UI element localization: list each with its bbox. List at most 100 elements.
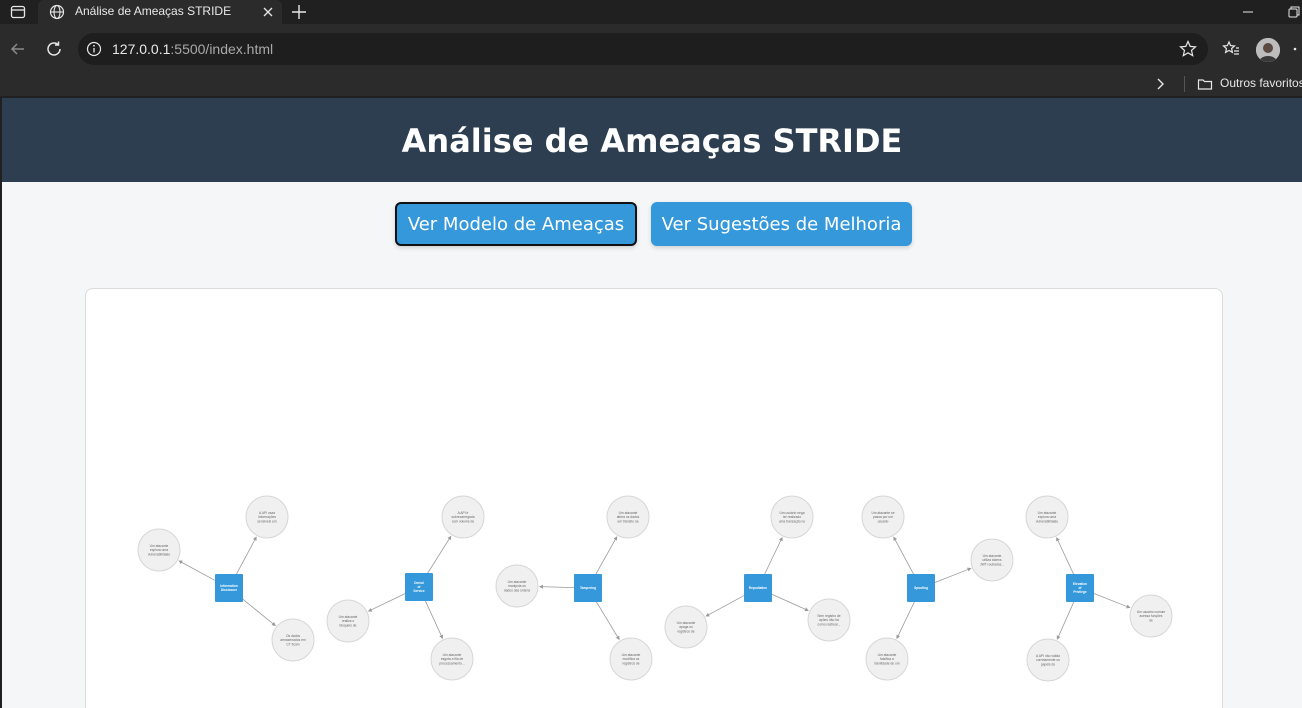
- chevron-right-icon[interactable]: [1152, 76, 1168, 92]
- leaf-label: Um atacante: [619, 511, 638, 515]
- threat-leaf-node[interactable]: A API ésobrecarregadacom volume de: [441, 495, 485, 539]
- threat-leaf-node[interactable]: A API não validacorretamente ospapéis do: [1026, 638, 1070, 682]
- leaf-label: esgota a fila de: [441, 657, 464, 661]
- new-tab-icon[interactable]: [290, 3, 308, 21]
- threat-leaf-node[interactable]: Um atacante sepassa por umusuário: [861, 495, 905, 539]
- graph-edge: [1056, 600, 1075, 640]
- stride-category-node[interactable]: DenialofService: [405, 573, 433, 601]
- leaf-label: de: [1149, 619, 1153, 623]
- view-threat-model-button[interactable]: Ver Modelo de Ameaças: [395, 202, 637, 246]
- leaf-label: uma transação no: [779, 520, 806, 524]
- threat-leaf-node[interactable]: Um atacanteapaga osregistros de: [664, 605, 708, 649]
- graph-edge: [594, 599, 620, 640]
- leaf-label: Um atacante: [508, 580, 527, 584]
- leaf-label: CT ficam: [286, 643, 299, 647]
- leaf-label: armazenados em: [280, 638, 306, 642]
- graph-edge-arrow: [538, 584, 544, 589]
- tab-title: Análise de Ameaças STRIDE: [75, 4, 232, 18]
- threat-leaf-node[interactable]: Um atacantefalsifica aidentidade de um: [865, 637, 909, 681]
- leaf-label: Um atacante: [443, 653, 462, 657]
- threat-leaf-node[interactable]: Um atacanteexplora umavulnerabilidade: [137, 528, 181, 572]
- stride-category-node[interactable]: Spoofing: [907, 574, 935, 602]
- url-path: :5500/index.html: [170, 41, 274, 57]
- threat-leaf-node[interactable]: Um atacanteutiliza tokensJWT roubados...: [970, 538, 1014, 582]
- leaf-label: A API não valida: [1036, 654, 1060, 658]
- leaf-label: bloqueio de: [339, 624, 356, 628]
- threat-leaf-node[interactable]: Um usuário comumacessa funçõesde: [1129, 594, 1173, 638]
- divider: [1184, 76, 1185, 92]
- leaf-label: altera os dados: [617, 515, 640, 519]
- leaf-label: Um usuário comum: [1137, 610, 1166, 614]
- toolbar: 127.0.0.1:5500/index.html: [0, 24, 1302, 72]
- leaf-label: apaga os: [679, 625, 693, 629]
- avatar[interactable]: [1256, 38, 1280, 62]
- leaf-label: como rastrear...: [818, 623, 841, 627]
- threat-leaf-node[interactable]: Um atacanteexplora umavulnerabilidade: [1025, 495, 1069, 539]
- leaf-label: explora uma: [1038, 515, 1056, 519]
- leaf-label: JWT roubados...: [980, 563, 1004, 567]
- more-icon[interactable]: [1292, 46, 1302, 52]
- graph-edge: [424, 599, 443, 639]
- threat-leaf-node[interactable]: Sem registro deações não hácomo rastrear…: [807, 598, 851, 642]
- threat-graph-container: Um atacante explora uma vulnerabilidade A A…: [85, 288, 1223, 708]
- tab-actions-icon[interactable]: [10, 4, 26, 20]
- leaf-label: Um atacante: [983, 554, 1002, 558]
- leaf-label: Um atacante: [1038, 511, 1057, 515]
- category-label: Repudiation: [749, 586, 767, 590]
- threat-leaf-node[interactable]: Um atacantealtera os dadosem trânsito na: [606, 495, 650, 539]
- leaf-label: Um atacante: [878, 653, 897, 657]
- stride-category-node[interactable]: InformationDisclosure: [215, 574, 243, 602]
- leaf-label: com volume de: [452, 520, 475, 524]
- leaf-label: registros de: [677, 630, 694, 634]
- category-label: Spoofing: [914, 586, 928, 590]
- leaf-label: processamento...: [439, 662, 464, 666]
- web-page: Análise de Ameaças STRIDE Ver Modelo de …: [2, 98, 1302, 708]
- address-bar[interactable]: 127.0.0.1:5500/index.html: [78, 33, 1208, 65]
- leaf-label: A API vaza: [259, 511, 275, 515]
- leaf-label: ter realizado: [783, 515, 801, 519]
- threat-leaf-node[interactable]: Os dadosarmazenados emCT ficam: [271, 618, 315, 662]
- minimize-icon[interactable]: [1240, 4, 1256, 20]
- graph-edge: [1092, 592, 1130, 608]
- leaf-label: em trânsito na: [618, 520, 639, 524]
- favorites-icon[interactable]: [1221, 39, 1241, 59]
- leaf-label: registros de: [622, 662, 639, 666]
- browser-tab[interactable]: Análise de Ameaças STRIDE: [38, 0, 282, 24]
- back-arrow-icon[interactable]: [8, 39, 28, 59]
- bookmarks-bar: Outros favoritos: [0, 72, 1302, 96]
- leaf-label: sensíveis em: [257, 520, 276, 524]
- leaf-label: explora uma: [150, 548, 168, 552]
- view-suggestions-button[interactable]: Ver Sugestões de Melhoria: [651, 202, 912, 246]
- bookmarks-folder-label[interactable]: Outros favoritos: [1220, 76, 1302, 90]
- threat-leaf-node[interactable]: Um atacantemodifica osregistros de: [609, 637, 653, 681]
- leaf-label: Um atacante: [339, 615, 358, 619]
- leaf-label: utiliza tokens: [982, 558, 1001, 562]
- restore-icon[interactable]: [1286, 4, 1302, 20]
- threat-leaf-node[interactable]: Um usuário negater realizadouma transaçã…: [770, 495, 814, 539]
- threat-graph[interactable]: Um atacanteexplora umavulnerabilidadeA A…: [86, 289, 1224, 708]
- close-icon[interactable]: [260, 4, 276, 20]
- leaf-label: corretamente os: [1036, 658, 1060, 662]
- graph-edge: [770, 593, 809, 611]
- graph-edge: [933, 568, 971, 584]
- leaf-label: falsifica a: [880, 657, 894, 661]
- threat-leaf-node[interactable]: Um atacantemanipula osdados das ordens: [495, 564, 539, 608]
- folder-icon[interactable]: [1197, 76, 1213, 92]
- graph-edge: [893, 537, 915, 576]
- graph-edge: [896, 600, 916, 639]
- leaf-label: Um usuário nega: [779, 511, 804, 515]
- graph-edge: [594, 536, 618, 576]
- threat-leaf-node[interactable]: Um atacanteesgota a fila deprocessamento…: [430, 637, 474, 681]
- leaf-label: passa por um: [873, 515, 893, 519]
- info-icon[interactable]: [86, 41, 102, 57]
- stride-category-node[interactable]: Tampering: [574, 574, 602, 602]
- threat-leaf-node[interactable]: Um atacanterealiza obloqueio de: [326, 599, 370, 643]
- leaf-label: vulnerabilidade: [1036, 520, 1058, 524]
- star-icon[interactable]: [1178, 39, 1198, 59]
- stride-category-node[interactable]: ElevationofPrivilege: [1066, 574, 1094, 602]
- reload-icon[interactable]: [44, 39, 64, 59]
- stride-category-node[interactable]: Repudiation: [744, 574, 772, 602]
- url-host: 127.0.0.1: [112, 41, 171, 57]
- threat-leaf-node[interactable]: A API vazainformaçõessensíveis em: [245, 495, 289, 539]
- leaf-label: dados das ordens: [504, 589, 531, 593]
